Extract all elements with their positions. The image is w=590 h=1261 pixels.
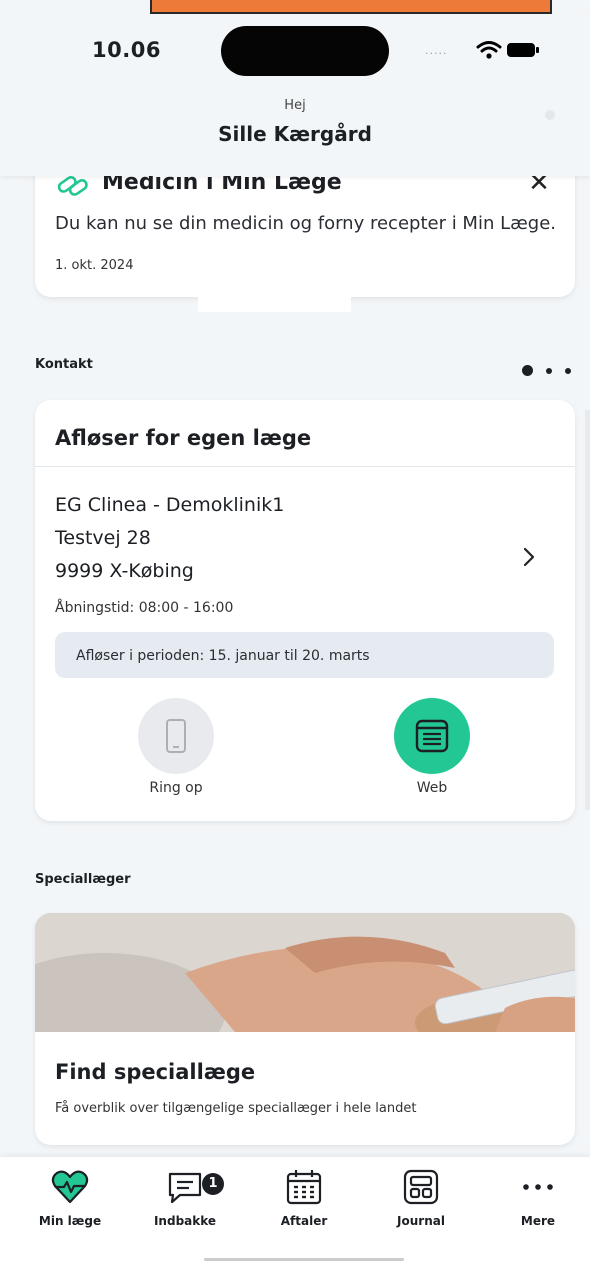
- specialist-subtitle: Få overblik over tilgængelige speciallæg…: [55, 1101, 417, 1116]
- header-dot-icon: [545, 110, 555, 120]
- nav-label: Min læge: [38, 1214, 102, 1228]
- greeting: Hej: [284, 98, 306, 113]
- call-button[interactable]: [138, 698, 214, 774]
- wifi-icon: [476, 41, 502, 59]
- battery-icon: [507, 43, 539, 57]
- chevron-right-icon[interactable]: [522, 546, 536, 568]
- contact-card-title: Afløser for egen læge: [55, 426, 312, 450]
- hand-phone-image: [35, 913, 575, 1032]
- nav-label: Journal: [397, 1214, 445, 1228]
- opening-hours: Åbningstid: 08:00 - 16:00: [55, 600, 234, 616]
- card-tab-decoration: [198, 288, 351, 312]
- user-name: Sille Kærgård: [218, 122, 372, 146]
- clinic-name: EG Clinea - Demoklinik1: [55, 494, 285, 516]
- specialist-title: Find speciallæge: [55, 1060, 256, 1084]
- specialists-section-label: Speciallæger: [35, 872, 131, 887]
- clinic-city: 9999 X-Købing: [55, 560, 194, 582]
- divider: [35, 466, 575, 467]
- dynamic-island: [221, 26, 389, 76]
- notice-date: 1. okt. 2024: [55, 258, 134, 273]
- carousel-pager[interactable]: [522, 360, 571, 379]
- pager-dot[interactable]: [546, 367, 552, 374]
- nav-label: Mere: [520, 1214, 556, 1228]
- specialist-photo: [35, 913, 575, 1032]
- status-time: 10.06: [92, 38, 161, 62]
- clinic-street: Testvej 28: [55, 527, 151, 549]
- nav-label: Aftaler: [280, 1214, 328, 1228]
- inbox-badge: 1: [202, 1173, 224, 1195]
- pager-dot-active[interactable]: [522, 365, 533, 376]
- nav-min-laege[interactable]: Min læge: [20, 1168, 120, 1228]
- nav-aftaler[interactable]: Aftaler: [254, 1168, 354, 1228]
- contact-section-label: Kontakt: [35, 357, 93, 372]
- web-label: Web: [416, 780, 448, 796]
- heart-pulse-icon: [51, 1170, 89, 1204]
- web-button[interactable]: [394, 698, 470, 774]
- pager-dot[interactable]: [565, 367, 571, 374]
- nav-label: Indbakke: [153, 1214, 217, 1228]
- signal-icon: .....: [425, 44, 448, 57]
- calendar-icon: [286, 1170, 322, 1205]
- next-card-peek: [585, 410, 590, 810]
- journal-icon: [403, 1169, 439, 1205]
- more-icon: [523, 1184, 553, 1190]
- period-text: Afløser i perioden: 15. januar til 20. m…: [76, 648, 370, 664]
- nav-journal[interactable]: Journal: [371, 1168, 471, 1228]
- web-icon: [415, 719, 449, 753]
- top-banner-strip: [150, 0, 552, 14]
- call-label: Ring op: [149, 780, 203, 796]
- chat-bubble-icon: [168, 1172, 202, 1204]
- phone-icon: [166, 719, 186, 753]
- nav-mere[interactable]: Mere: [488, 1168, 588, 1228]
- notice-body: Du kan nu se din medicin og forny recept…: [55, 213, 557, 234]
